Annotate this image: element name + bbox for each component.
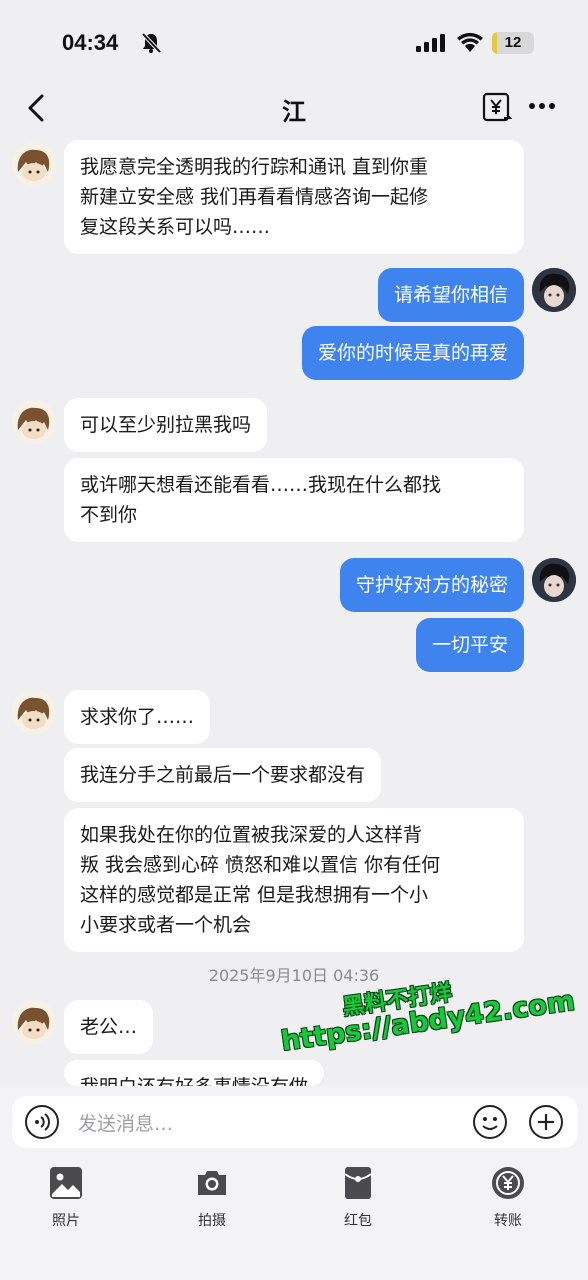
camera-icon xyxy=(198,1171,226,1195)
message-bubble-sent[interactable]: 请希望你相信 xyxy=(377,268,524,322)
transfer-icon[interactable] xyxy=(482,92,512,124)
red-packet-icon xyxy=(344,1167,372,1199)
message-bubble-received[interactable]: 老公… xyxy=(64,1000,154,1054)
wifi-icon xyxy=(457,32,483,52)
photo-icon xyxy=(50,1167,82,1199)
toolbar-label: 转账 xyxy=(494,1213,522,1229)
toolbar-red-packet[interactable]: 红包 xyxy=(318,1166,398,1236)
toolbar-label: 红包 xyxy=(344,1213,372,1229)
toolbar-transfer[interactable]: 转账 xyxy=(468,1166,548,1236)
watermark: 黑料不打烊 https://abdy42.com xyxy=(279,980,576,1062)
signal-icon xyxy=(416,34,445,52)
contact-avatar[interactable] xyxy=(12,400,56,444)
message-bubble-received[interactable]: 我明白还有好多事情没有做 xyxy=(64,1060,325,1086)
toolbar-photo[interactable]: 照片 xyxy=(26,1166,106,1236)
bell-muted-icon xyxy=(141,32,162,54)
emoji-icon[interactable] xyxy=(472,1104,508,1140)
toolbar-label: 照片 xyxy=(52,1213,80,1229)
toolbar-camera[interactable]: 拍摄 xyxy=(172,1166,252,1236)
voice-icon[interactable] xyxy=(24,1104,60,1140)
message-input-bar: 发送消息… xyxy=(12,1096,578,1148)
message-bubble-sent[interactable]: 爱你的时候是真的再爱 xyxy=(301,326,524,380)
message-bubble-received[interactable]: 我愿意完全透明我的行踪和通讯 直到你重 新建立安全感 我们再看看情感咨询一起修 … xyxy=(64,140,524,254)
message-bubble-received[interactable]: 或许哪天想看还能看看……我现在什么都找 不到你 xyxy=(64,458,524,542)
battery-level: 12 xyxy=(504,34,522,51)
contact-avatar[interactable] xyxy=(12,1000,56,1044)
more-icon[interactable] xyxy=(528,100,556,112)
message-bubble-received[interactable]: 如果我处在你的位置被我深爱的人这样背 叛 我会感到心碎 愤怒和难以置信 你有任何… xyxy=(64,808,524,952)
chat-header: 江 xyxy=(0,80,588,136)
status-time: 04:34 xyxy=(62,30,119,55)
composer-area: 发送消息… 照片 拍摄 红包 转账 xyxy=(0,1086,588,1280)
contact-avatar[interactable] xyxy=(12,142,56,186)
message-bubble-sent[interactable]: 守护好对方的秘密 xyxy=(339,558,524,612)
message-bubble-sent[interactable]: 一切平安 xyxy=(415,618,524,672)
self-avatar[interactable] xyxy=(532,268,576,312)
status-bar: 04:34 12 xyxy=(0,0,588,80)
message-bubble-received[interactable]: 可以至少别拉黑我吗 xyxy=(64,398,268,452)
self-avatar[interactable] xyxy=(532,558,576,602)
transfer-money-icon xyxy=(492,1167,524,1199)
toolbar-label: 拍摄 xyxy=(198,1213,226,1229)
message-input[interactable]: 发送消息… xyxy=(78,1109,173,1136)
message-bubble-received[interactable]: 求求你了…… xyxy=(64,690,211,744)
battery-indicator: 12 xyxy=(492,32,534,54)
plus-icon[interactable] xyxy=(528,1104,564,1140)
message-bubble-received[interactable]: 我连分手之前最后一个要求都没有 xyxy=(64,748,382,802)
contact-avatar[interactable] xyxy=(12,690,56,734)
